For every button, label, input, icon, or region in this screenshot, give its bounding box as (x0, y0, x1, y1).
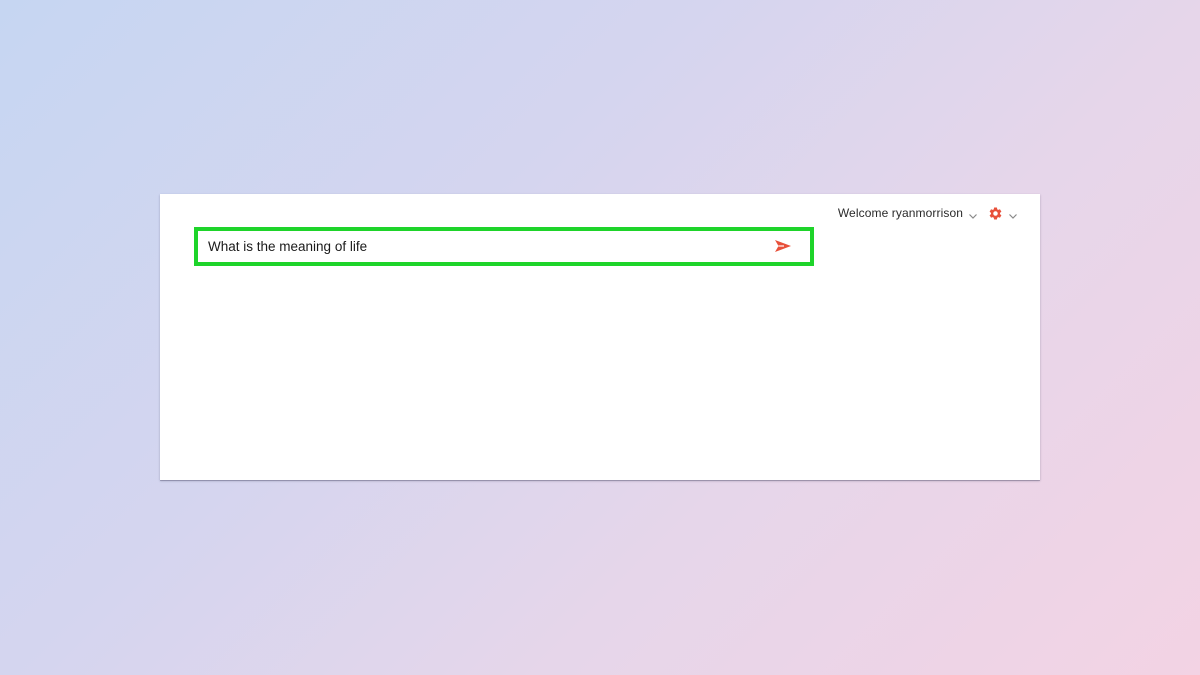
search-input[interactable] (198, 231, 758, 262)
gear-icon[interactable] (988, 206, 1003, 221)
chevron-down-icon (968, 208, 978, 219)
app-window: Welcome ryanmorrison (160, 194, 1040, 480)
user-menu[interactable]: Welcome ryanmorrison (838, 204, 978, 222)
send-icon (775, 240, 791, 252)
send-button[interactable] (774, 238, 792, 254)
search-bar (194, 227, 814, 266)
welcome-label: Welcome ryanmorrison (837, 206, 963, 220)
chevron-down-icon (1008, 208, 1018, 219)
settings-menu[interactable] (988, 204, 1018, 222)
